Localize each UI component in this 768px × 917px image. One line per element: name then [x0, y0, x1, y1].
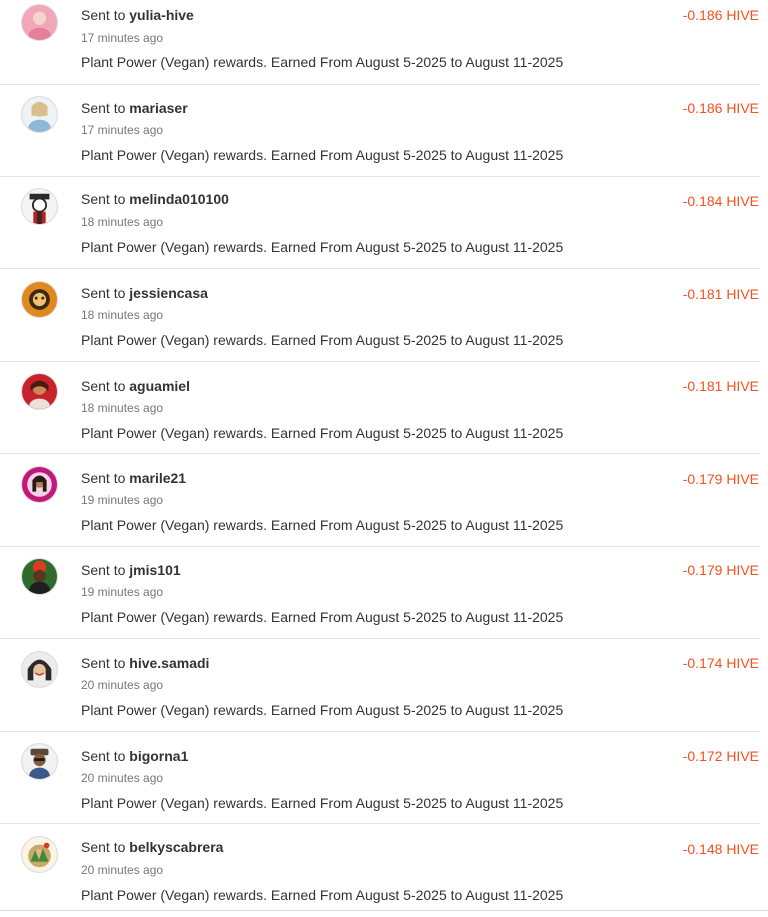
transaction-row: Sent to hive.samadi 20 minutes ago Plant…	[0, 640, 760, 732]
transfer-prefix: Sent to	[81, 378, 126, 394]
transaction-list: Sent to yulia-hive 17 minutes ago Plant …	[0, 0, 768, 913]
avatar[interactable]	[21, 558, 58, 595]
timestamp: 19 minutes ago	[81, 585, 164, 599]
transfer-direction: Sent to jmis101	[81, 561, 181, 579]
memo-text: Plant Power (Vegan) rewards. Earned From…	[81, 425, 564, 441]
recipient-link[interactable]: marile21	[129, 470, 186, 486]
avatar[interactable]	[21, 836, 58, 873]
memo-text: Plant Power (Vegan) rewards. Earned From…	[81, 609, 564, 625]
transaction-row: Sent to jessiencasa 18 minutes ago Plant…	[0, 270, 760, 362]
transfer-prefix: Sent to	[81, 7, 126, 23]
avatar[interactable]	[21, 281, 58, 318]
transfer-direction: Sent to aguamiel	[81, 377, 190, 395]
amount-value: -0.174 HIVE	[682, 655, 759, 671]
avatar[interactable]	[21, 743, 58, 780]
timestamp: 19 minutes ago	[81, 493, 164, 507]
memo-text: Plant Power (Vegan) rewards. Earned From…	[81, 795, 564, 811]
transfer-direction: Sent to hive.samadi	[81, 654, 209, 672]
memo-text: Plant Power (Vegan) rewards. Earned From…	[81, 239, 564, 255]
amount-value: -0.184 HIVE	[682, 193, 759, 209]
timestamp: 17 minutes ago	[81, 123, 164, 137]
timestamp: 18 minutes ago	[81, 215, 164, 229]
amount-value: -0.186 HIVE	[682, 100, 759, 116]
transfer-prefix: Sent to	[81, 748, 126, 764]
amount-value: -0.181 HIVE	[682, 286, 759, 302]
recipient-link[interactable]: melinda010100	[129, 191, 229, 207]
recipient-link[interactable]: jessiencasa	[129, 285, 208, 301]
timestamp: 20 minutes ago	[81, 771, 164, 785]
timestamp: 20 minutes ago	[81, 863, 164, 877]
recipient-link[interactable]: mariaser	[129, 100, 187, 116]
amount-value: -0.181 HIVE	[682, 378, 759, 394]
transfer-direction: Sent to belkyscabrera	[81, 838, 223, 856]
avatar[interactable]	[21, 651, 58, 688]
amount-value: -0.148 HIVE	[682, 841, 759, 857]
recipient-link[interactable]: aguamiel	[129, 378, 190, 394]
transfer-direction: Sent to jessiencasa	[81, 284, 208, 302]
amount-value: -0.186 HIVE	[682, 7, 759, 23]
timestamp: 18 minutes ago	[81, 401, 164, 415]
avatar[interactable]	[21, 188, 58, 225]
memo-text: Plant Power (Vegan) rewards. Earned From…	[81, 887, 564, 903]
transaction-row: Sent to bigorna1 20 minutes ago Plant Po…	[0, 732, 760, 824]
memo-text: Plant Power (Vegan) rewards. Earned From…	[81, 332, 564, 348]
transaction-row: Sent to jmis101 19 minutes ago Plant Pow…	[0, 547, 760, 639]
transaction-row: Sent to yulia-hive 17 minutes ago Plant …	[0, 0, 760, 85]
timestamp: 17 minutes ago	[81, 31, 164, 45]
memo-text: Plant Power (Vegan) rewards. Earned From…	[81, 147, 564, 163]
avatar[interactable]	[21, 96, 58, 133]
amount-value: -0.179 HIVE	[682, 562, 759, 578]
transfer-prefix: Sent to	[81, 285, 126, 301]
avatar[interactable]	[21, 466, 58, 503]
transfer-prefix: Sent to	[81, 655, 126, 671]
recipient-link[interactable]: jmis101	[129, 562, 180, 578]
transfer-prefix: Sent to	[81, 470, 126, 486]
transfer-prefix: Sent to	[81, 100, 126, 116]
amount-value: -0.172 HIVE	[682, 748, 759, 764]
avatar[interactable]	[21, 373, 58, 410]
divider	[0, 910, 768, 911]
transaction-row: Sent to marile21 19 minutes ago Plant Po…	[0, 455, 760, 547]
transfer-direction: Sent to mariaser	[81, 99, 188, 117]
transaction-row: Sent to melinda010100 18 minutes ago Pla…	[0, 177, 760, 269]
recipient-link[interactable]: hive.samadi	[129, 655, 209, 671]
transfer-prefix: Sent to	[81, 191, 126, 207]
transaction-row: Sent to aguamiel 18 minutes ago Plant Po…	[0, 362, 760, 454]
amount-value: -0.179 HIVE	[682, 471, 759, 487]
transaction-row: Sent to belkyscabrera 20 minutes ago Pla…	[0, 825, 760, 917]
avatar[interactable]	[21, 4, 58, 41]
transfer-direction: Sent to bigorna1	[81, 747, 188, 765]
transfer-prefix: Sent to	[81, 562, 126, 578]
recipient-link[interactable]: belkyscabrera	[129, 839, 223, 855]
memo-text: Plant Power (Vegan) rewards. Earned From…	[81, 54, 564, 70]
memo-text: Plant Power (Vegan) rewards. Earned From…	[81, 517, 564, 533]
timestamp: 20 minutes ago	[81, 678, 164, 692]
memo-text: Plant Power (Vegan) rewards. Earned From…	[81, 702, 564, 718]
transfer-prefix: Sent to	[81, 839, 126, 855]
transaction-row: Sent to mariaser 17 minutes ago Plant Po…	[0, 85, 760, 177]
transfer-direction: Sent to yulia-hive	[81, 6, 194, 24]
recipient-link[interactable]: yulia-hive	[129, 7, 194, 23]
transfer-direction: Sent to marile21	[81, 469, 186, 487]
transfer-direction: Sent to melinda010100	[81, 190, 229, 208]
timestamp: 18 minutes ago	[81, 308, 164, 322]
recipient-link[interactable]: bigorna1	[129, 748, 188, 764]
